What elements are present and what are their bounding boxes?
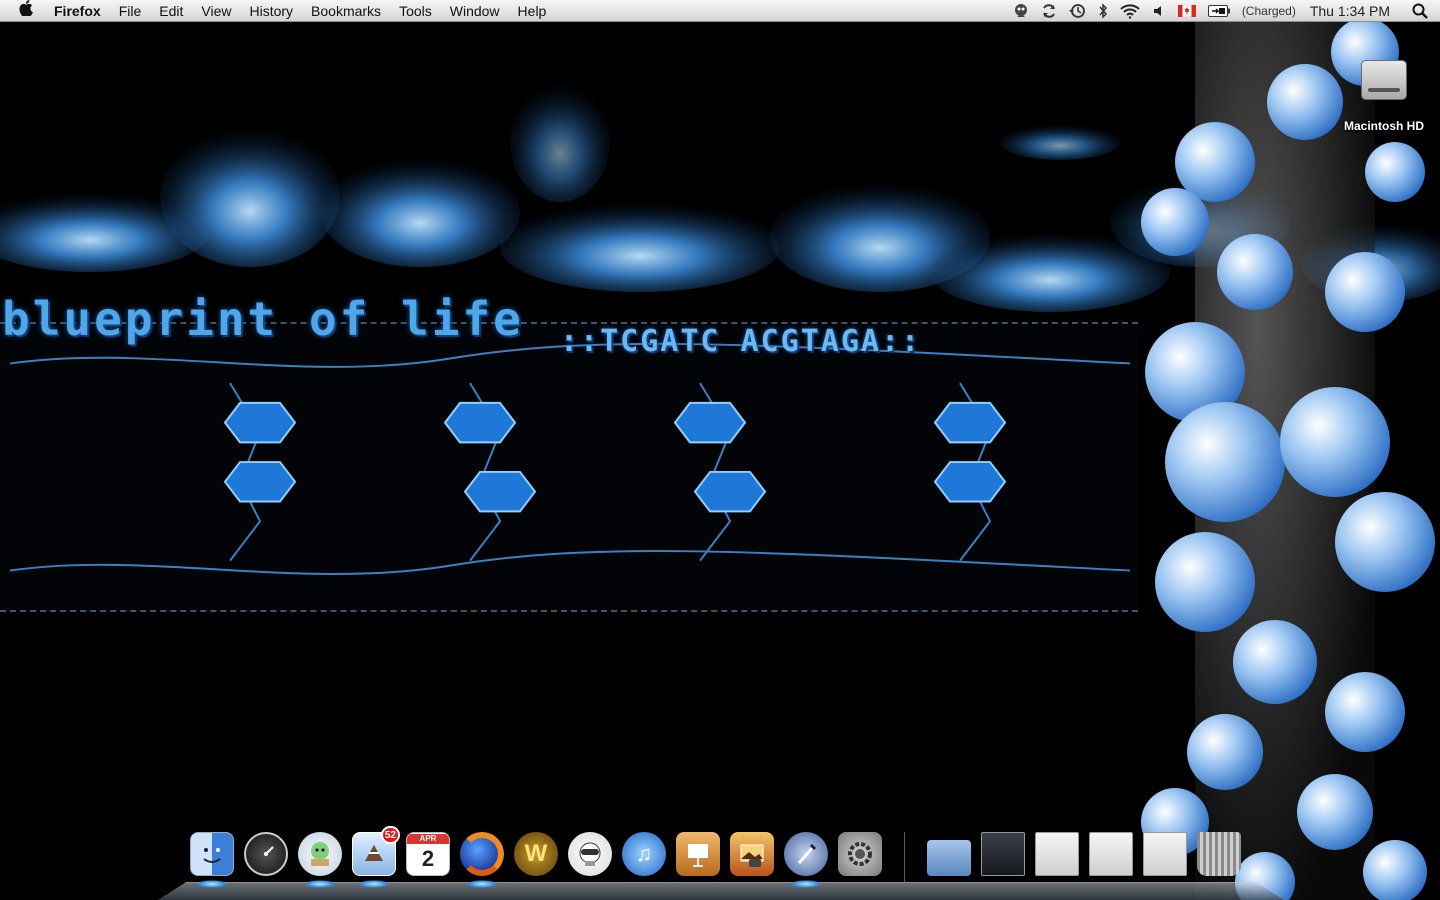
- calendar-month: APR: [407, 834, 449, 844]
- dock-item-dashboard[interactable]: [242, 830, 290, 882]
- canada-flag-icon[interactable]: [1172, 0, 1202, 22]
- vlc-icon: [568, 832, 612, 876]
- dock-item-itunes[interactable]: ♫: [620, 830, 668, 882]
- world-of-warcraft-icon: W: [514, 832, 558, 876]
- unread-count-badge: 52: [380, 826, 400, 844]
- dashboard-icon: [244, 832, 288, 876]
- wallpaper-sequence-text: ::TCGATC ACGTAGA::: [560, 324, 922, 359]
- script-editor-icon: [784, 832, 828, 876]
- dock-item-trash[interactable]: [1195, 830, 1243, 882]
- dock-item-minimized-window[interactable]: [1087, 830, 1135, 882]
- wallpaper-title-text: blueprint of life: [2, 292, 524, 346]
- status-chat-icon[interactable]: [1007, 0, 1035, 22]
- dock-item-keynote[interactable]: [674, 830, 722, 882]
- hard-drive-icon: [1361, 60, 1407, 100]
- dock: 52 APR 2 W ♫: [158, 826, 1284, 900]
- dock-item-vlc[interactable]: [566, 830, 614, 882]
- keynote-icon: [676, 832, 720, 876]
- running-indicator: [358, 880, 390, 888]
- menu-file[interactable]: File: [110, 0, 151, 22]
- trash-icon: [1197, 832, 1241, 876]
- sync-icon[interactable]: [1035, 0, 1063, 22]
- iphoto-icon: [730, 832, 774, 876]
- finder-icon: [190, 832, 234, 876]
- dock-item-world-of-warcraft[interactable]: W: [512, 830, 560, 882]
- adium-icon: [298, 832, 342, 876]
- menu-bookmarks[interactable]: Bookmarks: [302, 0, 390, 22]
- dna-helix-graphic: [1141, 22, 1435, 900]
- menu-tools[interactable]: Tools: [390, 0, 441, 22]
- dock-item-iphoto[interactable]: [728, 830, 776, 882]
- dock-separator: [904, 832, 905, 882]
- battery-icon[interactable]: [1202, 0, 1236, 22]
- firefox-icon: [460, 832, 504, 876]
- calendar-day: 2: [421, 846, 435, 871]
- menu-window[interactable]: Window: [441, 0, 509, 22]
- time-machine-icon[interactable]: [1063, 0, 1092, 22]
- menu-edit[interactable]: Edit: [150, 0, 192, 22]
- dock-item-mail[interactable]: 52: [350, 826, 400, 888]
- dock-item-script-editor[interactable]: [782, 830, 830, 888]
- apple-menu-icon[interactable]: [0, 0, 52, 21]
- dock-item-firefox[interactable]: [458, 830, 506, 888]
- running-indicator: [790, 880, 822, 888]
- dock-item-finder[interactable]: [188, 830, 236, 888]
- dock-item-system-preferences[interactable]: [836, 830, 884, 882]
- minimized-window-icon: [1143, 832, 1187, 876]
- ical-icon: APR 2: [406, 832, 450, 876]
- running-indicator: [196, 880, 228, 888]
- bluetooth-icon[interactable]: [1092, 0, 1114, 22]
- dock-item-minimized-window[interactable]: [1033, 830, 1081, 882]
- battery-status-text[interactable]: (Charged): [1236, 0, 1302, 22]
- system-preferences-icon: [838, 832, 882, 876]
- menu-app-firefox[interactable]: Firefox: [52, 0, 110, 22]
- running-indicator: [304, 880, 336, 888]
- running-indicator: [466, 880, 498, 888]
- menu-clock[interactable]: Thu 1:34 PM: [1302, 0, 1400, 22]
- desktop-icon-label: Macintosh HD: [1343, 119, 1424, 133]
- desktop-icon-macintosh-hd[interactable]: Macintosh HD: [1338, 60, 1430, 133]
- menu-history[interactable]: History: [240, 0, 302, 22]
- menu-bar: Firefox File Edit View History Bookmarks…: [0, 0, 1440, 22]
- menu-view[interactable]: View: [192, 0, 240, 22]
- dock-item-ical[interactable]: APR 2: [404, 830, 452, 882]
- volume-icon[interactable]: [1146, 0, 1172, 22]
- itunes-icon: ♫: [622, 832, 666, 876]
- wifi-icon[interactable]: [1114, 0, 1146, 22]
- menu-help[interactable]: Help: [509, 0, 556, 22]
- desktop-wallpaper: blueprint of life ::TCGATC ACGTAGA:: Mac…: [0, 22, 1440, 900]
- dock-item-minimized-window[interactable]: [979, 830, 1027, 882]
- minimized-window-icon: [1035, 832, 1079, 876]
- dna-molecule-banner: [0, 322, 1138, 612]
- dock-item-documents-folder[interactable]: [925, 830, 973, 882]
- dock-item-minimized-window[interactable]: [1141, 830, 1189, 882]
- minimized-window-icon: [981, 832, 1025, 876]
- documents-folder-icon: [927, 840, 971, 876]
- dock-item-adium[interactable]: [296, 830, 344, 888]
- spotlight-search-icon[interactable]: [1400, 0, 1440, 22]
- minimized-window-icon: [1089, 832, 1133, 876]
